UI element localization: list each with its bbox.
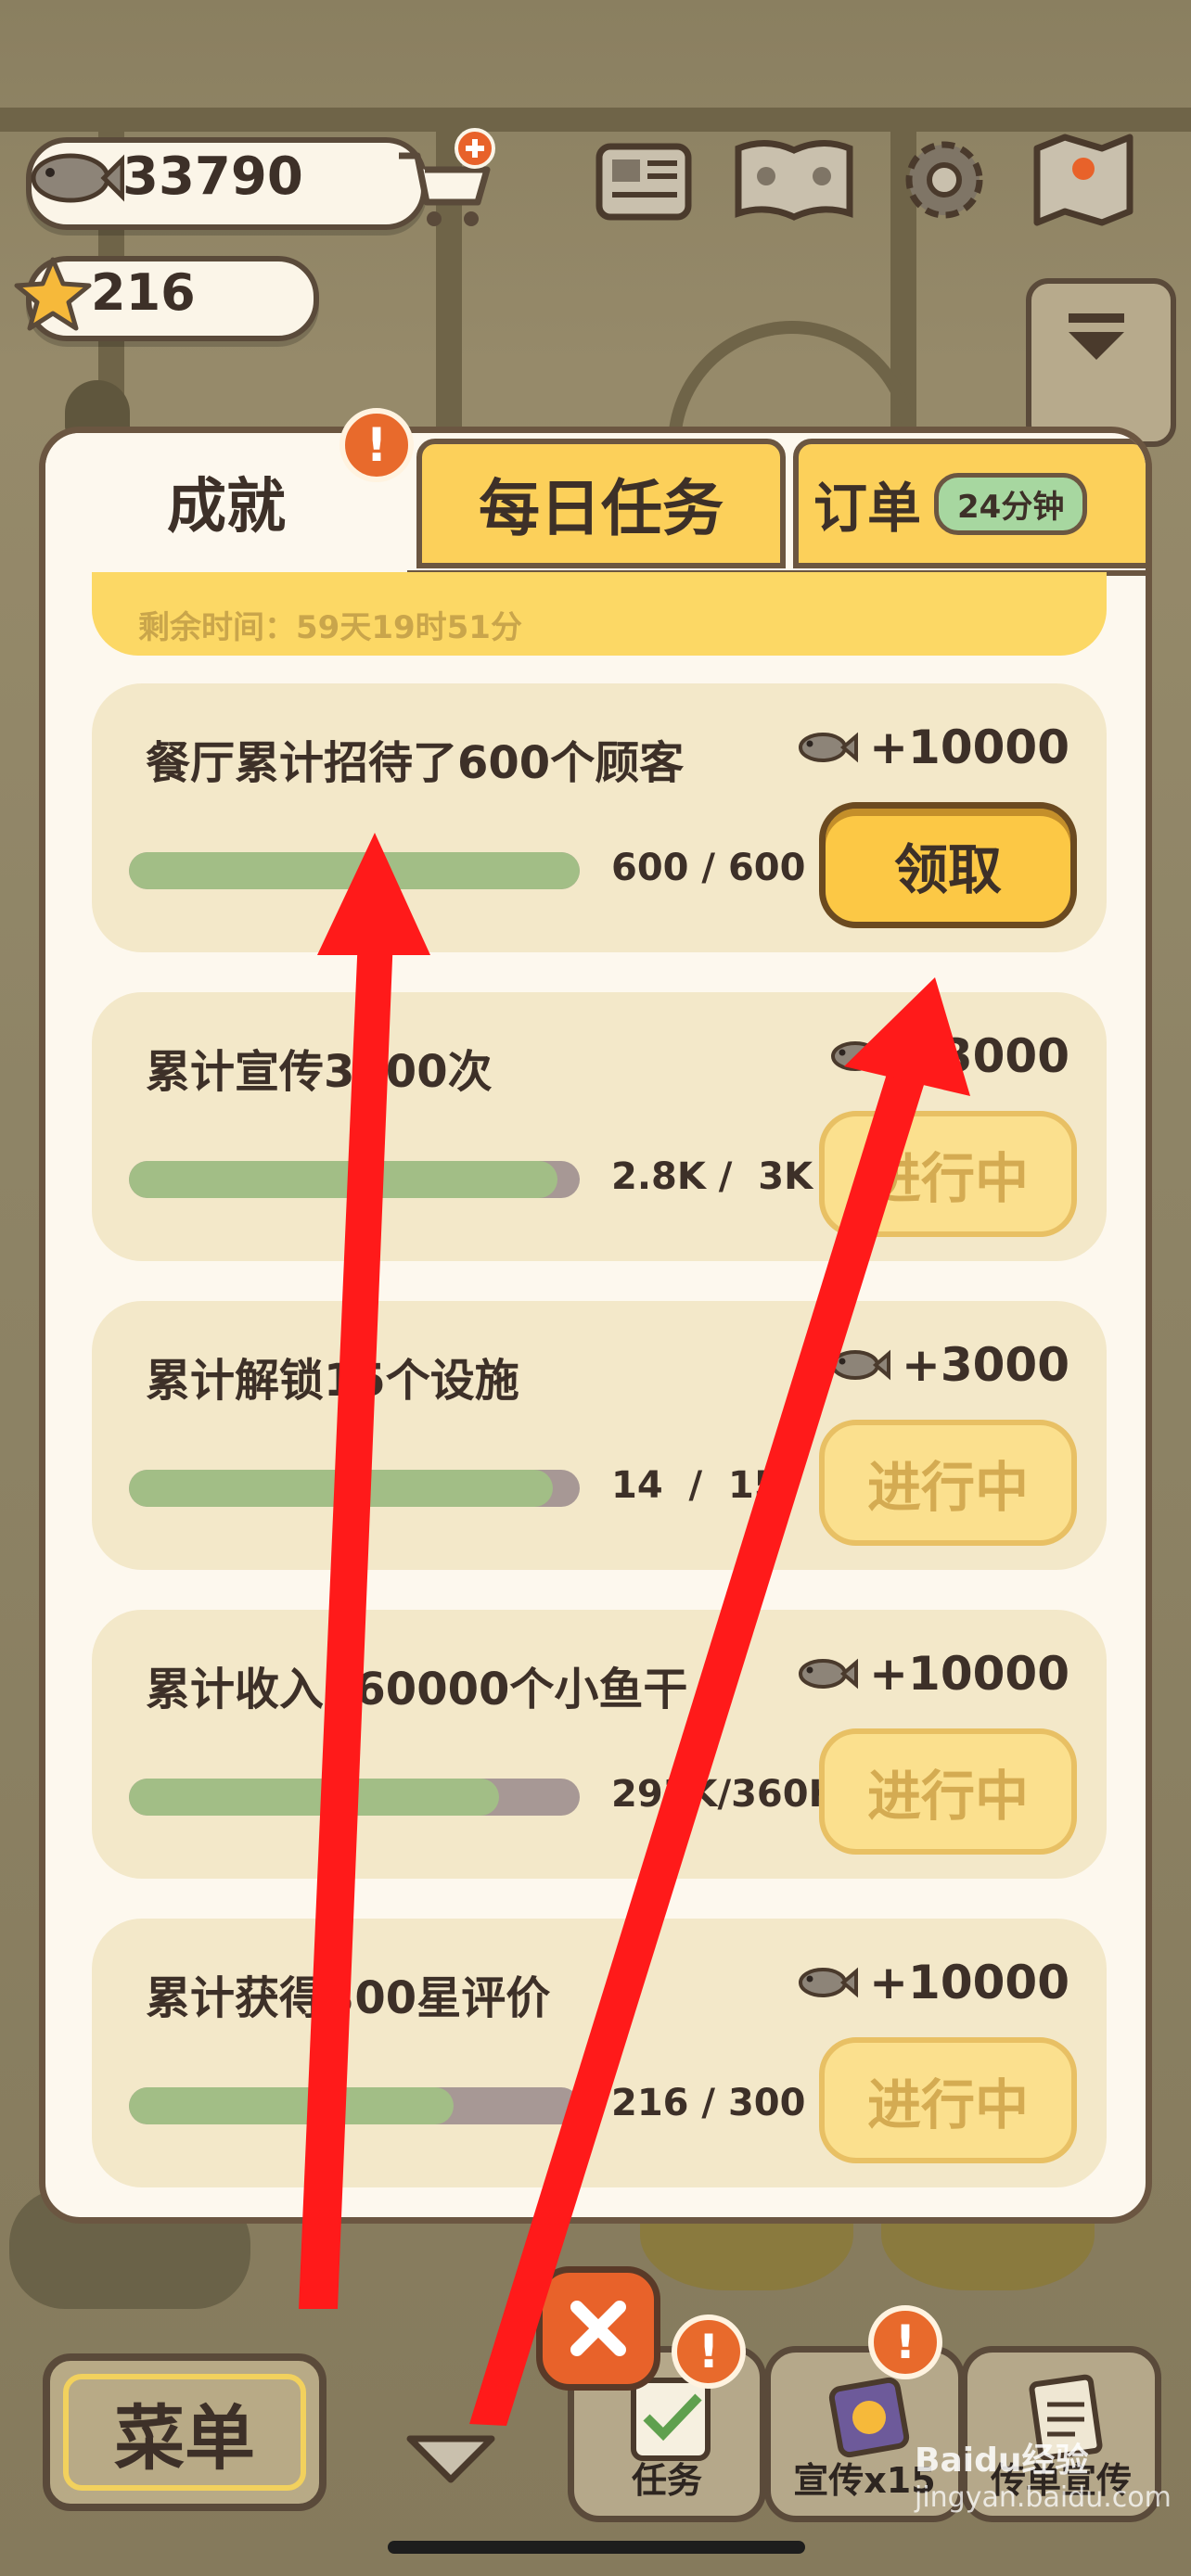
- fish-icon: [799, 732, 859, 763]
- reward-amount: +10000: [869, 721, 1069, 774]
- achievement-reward: +10000: [793, 1647, 1069, 1701]
- tab-orders-label: 订单: [813, 477, 922, 540]
- pawbook-icon[interactable]: [729, 126, 859, 234]
- coin-count: 33790: [122, 147, 303, 207]
- progress-bar: [129, 2087, 580, 2124]
- progress-fill: [129, 1470, 553, 1507]
- in-progress-button[interactable]: 进行中: [819, 1728, 1077, 1855]
- progress-fill: [129, 852, 580, 889]
- fish-icon: [31, 153, 124, 203]
- achievement-reward: +10000: [793, 721, 1069, 774]
- menu-button-label: 菜单: [114, 2397, 255, 2480]
- achievements-panel: 成就 每日任务 订单 24分钟 剩余时间：59天19时51分 餐厅累计招待了60…: [39, 427, 1152, 2224]
- map-icon[interactable]: [1030, 126, 1137, 234]
- achievement-card: 累计解锁15个设施 +3000 14 / 15 进行中: [92, 1301, 1107, 1570]
- gear-icon[interactable]: [890, 126, 998, 234]
- watermark-brand: Baidu经验: [915, 2442, 1089, 2480]
- reward-amount: +10000: [869, 1956, 1069, 2009]
- star-count: 216: [91, 263, 196, 322]
- fish-icon: [830, 1349, 890, 1381]
- achievement-card: 累计收入360000个小鱼干 +10000 293K/360K 进行中: [92, 1610, 1107, 1879]
- achievements-alert-badge: !: [339, 408, 414, 482]
- close-icon: [570, 2301, 626, 2356]
- progress-text: 216 / 300: [611, 2082, 806, 2124]
- home-indicator[interactable]: [388, 2541, 805, 2554]
- reward-amount: +3000: [901, 1029, 1069, 1083]
- progress-text: 600 / 600: [611, 847, 806, 889]
- progress-fill: [129, 2087, 454, 2124]
- achievement-title: 累计解锁15个设施: [146, 1355, 519, 1407]
- progress-fill: [129, 1161, 557, 1198]
- in-progress-button[interactable]: 进行中: [819, 1420, 1077, 1546]
- promo-alert-badge: !: [868, 2305, 942, 2379]
- achievement-title: 餐厅累计招待了600个顾客: [146, 737, 685, 789]
- in-progress-button[interactable]: 进行中: [819, 2037, 1077, 2163]
- close-button[interactable]: [536, 2266, 660, 2391]
- tab-orders[interactable]: 订单 24分钟: [793, 439, 1146, 568]
- achievement-card: 累计获得300星评价 +10000 216 / 300 进行中: [92, 1919, 1107, 2187]
- newspaper-icon[interactable]: [590, 126, 698, 234]
- fish-icon: [799, 1658, 859, 1690]
- reward-amount: +3000: [901, 1338, 1069, 1392]
- progress-text: 293K/360K: [611, 1773, 838, 1816]
- progress-text: 14 / 15: [611, 1464, 780, 1507]
- tasks-button-label: 任务: [631, 2460, 702, 2501]
- chevron-down-icon: [1069, 313, 1124, 360]
- achievement-reward: +10000: [793, 1956, 1069, 2009]
- achievement-title: 累计宣传3000次: [146, 1046, 493, 1098]
- fish-icon: [830, 1040, 890, 1072]
- cart-icon[interactable]: [390, 128, 501, 239]
- progress-text: 2.8K / 3K: [611, 1155, 813, 1198]
- promo-card-icon: [828, 2377, 910, 2458]
- side-collapse-tab[interactable]: [1026, 278, 1176, 447]
- watermark-url: jingyan.baidu.com: [915, 2481, 1172, 2514]
- progress-fill: [129, 1779, 499, 1816]
- claim-button[interactable]: 领取: [819, 802, 1077, 928]
- tasks-alert-badge: !: [672, 2315, 746, 2389]
- time-remaining: 剩余时间：59天19时51分: [138, 609, 522, 646]
- orders-timer-badge: 24分钟: [934, 472, 1088, 535]
- progress-bar: [129, 1470, 580, 1507]
- tab-daily-tasks[interactable]: 每日任务: [416, 439, 786, 568]
- in-progress-button[interactable]: 进行中: [819, 1111, 1077, 1237]
- star-icon: [14, 257, 92, 331]
- achievement-card: 累计宣传3000次 +3000 2.8K / 3K 进行中: [92, 992, 1107, 1261]
- reward-amount: +10000: [869, 1647, 1069, 1701]
- achievement-reward: +3000: [826, 1029, 1069, 1083]
- achievement-card: 餐厅累计招待了600个顾客 +10000 600 / 600 领取: [92, 683, 1107, 952]
- achievement-card-partial: 剩余时间：59天19时51分: [92, 572, 1107, 656]
- progress-bar: [129, 852, 580, 889]
- achievement-reward: +3000: [826, 1338, 1069, 1392]
- achievement-title: 累计收入360000个小鱼干: [146, 1664, 688, 1715]
- achievement-title: 累计获得300星评价: [146, 1972, 551, 2024]
- progress-bar: [129, 1779, 580, 1816]
- menu-button[interactable]: 菜单: [43, 2353, 327, 2511]
- fish-icon: [799, 1967, 859, 1998]
- achievement-list[interactable]: 剩余时间：59天19时51分 餐厅累计招待了600个顾客 +10000 600 / …: [45, 572, 1146, 2217]
- progress-bar: [129, 1161, 580, 1198]
- collapse-arrow-icon[interactable]: [404, 2429, 497, 2485]
